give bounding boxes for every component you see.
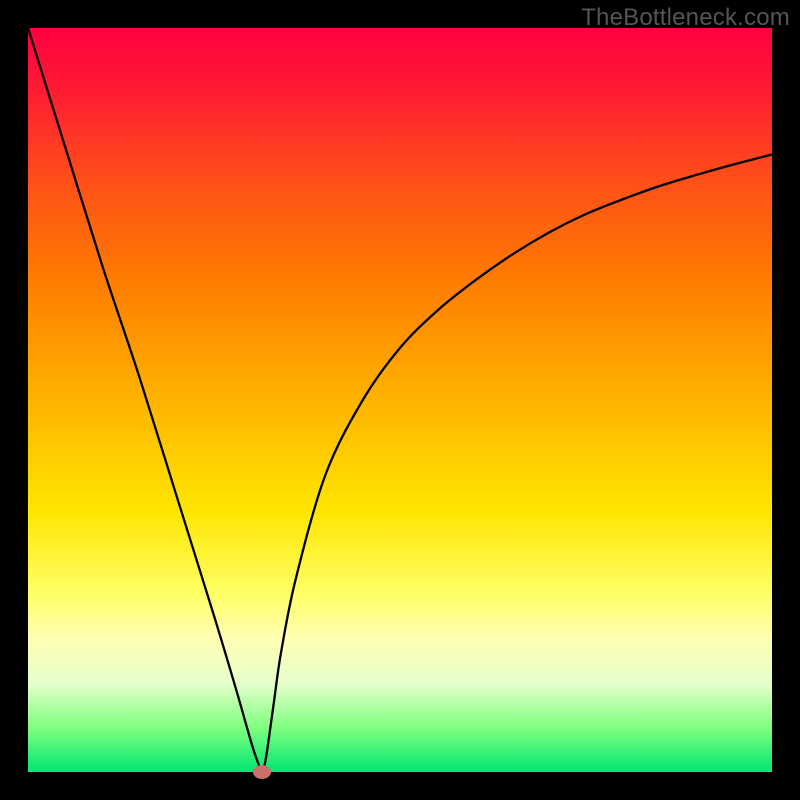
curve-svg	[28, 28, 772, 772]
bottleneck-curve	[28, 28, 772, 772]
plot-area	[28, 28, 772, 772]
watermark-text: TheBottleneck.com	[581, 4, 790, 32]
min-point-marker	[253, 765, 271, 779]
chart-frame: TheBottleneck.com	[0, 0, 800, 800]
